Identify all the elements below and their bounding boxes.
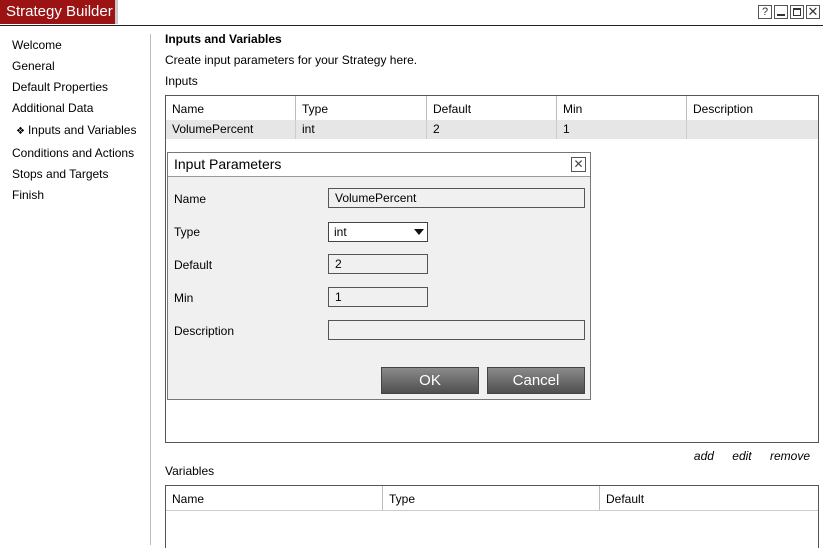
cell-description: [687, 120, 818, 139]
window-controls: ? ✕: [758, 5, 820, 19]
type-select-value: int: [334, 225, 347, 239]
input-parameters-dialog: Input Parameters ✕ Name VolumePercent Ty…: [167, 152, 591, 400]
min-label: Min: [174, 291, 194, 305]
dialog-header: Input Parameters ✕: [168, 153, 590, 177]
add-link[interactable]: add: [694, 449, 714, 463]
remove-link[interactable]: remove: [770, 449, 810, 463]
column-header-type[interactable]: Type: [296, 96, 427, 120]
title-bar: Strategy Builder ? ✕: [0, 0, 823, 26]
page-description: Create input parameters for your Strateg…: [165, 53, 418, 67]
chevron-down-icon: [414, 229, 424, 235]
help-icon[interactable]: ?: [758, 5, 772, 19]
nav-item-conditions-and-actions[interactable]: Conditions and Actions: [12, 146, 134, 160]
column-header-type[interactable]: Type: [383, 486, 600, 510]
nav-item-stops-and-targets[interactable]: Stops and Targets: [12, 167, 109, 181]
type-select[interactable]: int: [328, 222, 428, 242]
column-header-name[interactable]: Name: [166, 486, 383, 510]
cell-type: int: [296, 120, 427, 139]
variables-table-header: Name Type Default: [166, 486, 818, 511]
page-title: Inputs and Variables: [165, 32, 282, 46]
nav-item-general[interactable]: General: [12, 59, 55, 73]
default-label: Default: [174, 258, 213, 272]
nav-item-inputs-and-variables[interactable]: ❖ Inputs and Variables: [16, 123, 136, 137]
nav-item-additional-data[interactable]: Additional Data: [12, 101, 93, 115]
nav-item-default-properties[interactable]: Default Properties: [12, 80, 108, 94]
window-title: Strategy Builder: [0, 0, 118, 24]
min-field[interactable]: 1: [328, 287, 428, 307]
nav-item-label: Inputs and Variables: [27, 123, 137, 137]
nav-item-finish[interactable]: Finish: [12, 188, 44, 202]
name-label: Name: [174, 192, 207, 206]
column-header-name[interactable]: Name: [166, 96, 296, 120]
edit-link[interactable]: edit: [732, 449, 751, 463]
cell-name: VolumePercent: [166, 120, 296, 139]
cancel-button[interactable]: Cancel: [487, 367, 585, 394]
ok-button[interactable]: OK: [381, 367, 479, 394]
column-header-default[interactable]: Default: [600, 486, 818, 510]
minimize-icon[interactable]: [774, 5, 788, 19]
name-field[interactable]: VolumePercent: [328, 188, 585, 208]
dialog-title: Input Parameters: [174, 156, 282, 172]
default-field[interactable]: 2: [328, 254, 428, 274]
selected-bullet-icon: ❖: [16, 126, 25, 137]
input-actions: add edit remove: [679, 449, 810, 463]
variables-label: Variables: [165, 464, 215, 478]
column-header-description[interactable]: Description: [687, 96, 818, 120]
table-row[interactable]: VolumePercent int 2 1: [166, 120, 818, 139]
column-header-default[interactable]: Default: [427, 96, 557, 120]
inputs-table-header: Name Type Default Min Description: [166, 96, 818, 121]
cell-default: 2: [427, 120, 557, 139]
nav-item-welcome[interactable]: Welcome: [12, 38, 62, 52]
description-label: Description: [174, 324, 235, 338]
type-label: Type: [174, 225, 201, 239]
maximize-icon[interactable]: [790, 5, 804, 19]
close-icon[interactable]: ✕: [571, 157, 586, 172]
description-field[interactable]: [328, 320, 585, 340]
column-header-min[interactable]: Min: [557, 96, 687, 120]
variables-table: Name Type Default: [165, 485, 819, 548]
cell-min: 1: [557, 120, 687, 139]
wizard-nav: Welcome General Default Properties Addit…: [6, 34, 151, 545]
inputs-label: Inputs: [165, 74, 198, 88]
close-icon[interactable]: ✕: [806, 5, 820, 19]
